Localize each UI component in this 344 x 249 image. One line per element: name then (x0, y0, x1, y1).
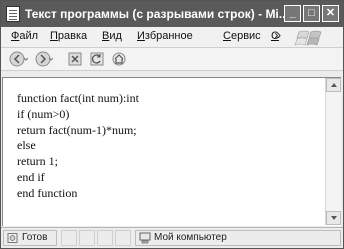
close-button[interactable]: ✕ (322, 5, 339, 22)
title-bar[interactable]: Текст программы (с разрывами строк) - Mi… (1, 1, 343, 27)
code-line: if (num>0) (17, 106, 70, 121)
menu-bar: Файл Правка Вид Избранное Сервис С » (1, 27, 343, 48)
forward-icon[interactable] (35, 51, 53, 67)
status-pane (61, 230, 77, 246)
page-icon (7, 233, 18, 243)
status-empty-panes (61, 230, 131, 246)
status-pane (115, 230, 131, 246)
window-title: Текст программы (с разрывами строк) - Mi… (25, 7, 289, 21)
document-icon (6, 6, 20, 22)
status-pane (97, 230, 113, 246)
home-icon[interactable] (111, 51, 127, 67)
status-zone-text: Мой компьютер (154, 232, 227, 243)
computer-icon (139, 232, 151, 244)
code-line: return fact(num-1)*num; (17, 122, 137, 137)
arrow-down-icon (331, 216, 337, 220)
menu-edit[interactable]: Правка (50, 30, 87, 42)
stop-icon[interactable] (67, 51, 83, 67)
menu-view[interactable]: Вид (102, 30, 122, 42)
status-pane (79, 230, 95, 246)
menu-favorites[interactable]: Избранное (137, 30, 193, 42)
scroll-down-button[interactable] (326, 211, 341, 225)
page-content: function fact(int num):int if (num>0) re… (2, 77, 341, 226)
vertical-scrollbar[interactable] (325, 78, 341, 225)
arrow-up-icon (331, 83, 337, 87)
maximize-button[interactable]: □ (303, 5, 320, 22)
program-text: function fact(int num):int if (num>0) re… (17, 91, 139, 202)
status-zone-pane: Мой компьютер (135, 230, 341, 246)
ie-window: Текст программы (с разрывами строк) - Mi… (0, 0, 344, 249)
refresh-icon[interactable] (89, 51, 105, 67)
menu-file[interactable]: Файл (11, 30, 38, 42)
windows-logo-icon (294, 30, 322, 46)
menu-overflow-chevron[interactable]: » (274, 28, 281, 42)
back-icon[interactable] (9, 51, 28, 67)
code-line: function fact(int num):int (17, 91, 139, 105)
menu-tools[interactable]: Сервис (223, 30, 261, 42)
scroll-up-button[interactable] (326, 78, 341, 92)
status-ready-pane: Готов (3, 230, 57, 246)
minimize-button[interactable]: _ (284, 5, 301, 22)
code-line: else (17, 138, 36, 153)
code-line: end function (17, 185, 78, 200)
code-line: end if (17, 169, 45, 184)
status-ready-text: Готов (22, 232, 48, 243)
code-line: return 1; (17, 154, 58, 169)
window-controls: _ □ ✕ (284, 5, 339, 22)
status-bar: Готов Мой компьютер (1, 227, 343, 248)
toolbar (1, 48, 343, 71)
